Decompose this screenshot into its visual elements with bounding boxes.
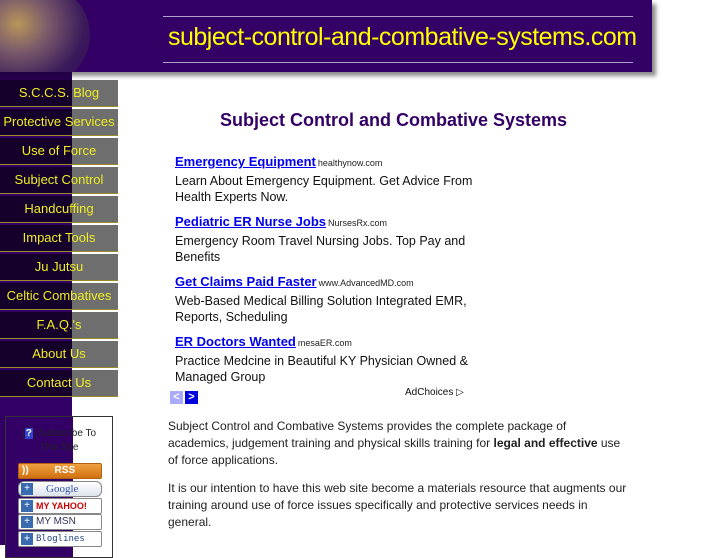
add-to-my-yahoo-button[interactable]: + MY YAHOO! [18,498,102,514]
intro-text: Subject Control and Combative Systems pr… [168,418,628,542]
ad-link[interactable]: Pediatric ER Nurse Jobs [175,214,326,229]
ad-domain: www.AdvancedMD.com [318,278,414,288]
intro-paragraph-2: It is our intention to have this web sit… [168,481,627,529]
ad-link[interactable]: Get Claims Paid Faster [175,274,317,289]
ad-item: Get Claims Paid Faster www.AdvancedMD.com… [175,273,475,325]
nav-item-subject-control[interactable]: Subject Control [0,167,118,194]
ad-description: Practice Medcine in Beautiful KY Physici… [175,354,468,384]
ad-prev-button[interactable]: < [170,391,183,404]
ad-item: Pediatric ER Nurse Jobs NursesRx.com Emer… [175,213,475,265]
ad-domain: NursesRx.com [328,218,388,228]
nav-item-use-of-force[interactable]: Use of Force [0,138,118,165]
plus-icon: + [21,500,33,512]
adchoices-link[interactable]: AdChoices ▷ [405,387,464,398]
add-to-google-button[interactable]: + Google [18,481,102,497]
subscribe-label-line2: This Site [39,442,79,453]
header-rule-bottom [163,62,633,63]
nav-item-celtic-combatives[interactable]: Celtic Combatives [0,283,118,310]
msn-label: MY MSN [36,516,76,527]
header-glow-decoration [0,0,90,72]
ad-domain: healthynow.com [317,158,383,168]
nav-item-protective-services[interactable]: Protective Services [0,109,118,136]
page-title: Subject Control and Combative Systems [220,110,568,130]
nav-item-impact-tools[interactable]: Impact Tools [0,225,118,252]
nav-item-handcuffing[interactable]: Handcuffing [0,196,118,223]
site-title: subject-control-and-combative-systems.co… [168,23,637,51]
yahoo-label: MY YAHOO! [36,501,87,511]
ad-block: Emergency Equipment healthynow.com Learn … [175,153,475,393]
rss-button[interactable]: )) RSS [18,463,102,479]
ad-next-button[interactable]: > [185,391,198,404]
plus-icon: + [21,533,33,545]
ad-link[interactable]: Emergency Equipment [175,154,316,169]
rss-label: RSS [54,465,76,476]
ad-description: Learn About Emergency Equipment. Get Adv… [175,174,473,204]
ad-item: ER Doctors Wanted mesaER.com Practice Med… [175,333,475,385]
ad-domain: mesaER.com [297,338,352,348]
nav-item-contact-us[interactable]: Contact Us [0,370,118,397]
bloglines-label: Bloglines [36,534,85,544]
nav-item-blog[interactable]: S.C.C.S. Blog [0,80,118,107]
nav-item-about-us[interactable]: About Us [0,341,118,368]
help-icon[interactable]: ? [24,428,33,439]
rss-icon: )) [22,465,29,476]
site-header: subject-control-and-combative-systems.co… [0,0,652,72]
plus-icon: + [21,516,33,528]
intro-paragraph-1: Subject Control and Combative Systems pr… [168,418,628,469]
subscribe-label: [?] Subscribe To This Site [21,428,97,453]
plus-icon: + [21,483,33,495]
ad-link[interactable]: ER Doctors Wanted [175,334,296,349]
nav-item-ju-jutsu[interactable]: Ju Jutsu [0,254,118,281]
ad-pagination: < > [170,387,200,405]
main-nav: S.C.C.S. Blog Protective Services Use of… [0,80,118,399]
subscribe-label-line1: Subscribe To [38,428,97,439]
emphasis-text: legal and effective [493,436,598,450]
google-label: Google [46,483,79,495]
add-to-my-msn-button[interactable]: + MY MSN [18,514,102,530]
header-rule-top [163,16,633,17]
ad-description: Web-Based Medical Billing Solution Integ… [175,294,467,324]
nav-item-faq[interactable]: F.A.Q.'s [0,312,118,339]
ad-item: Emergency Equipment healthynow.com Learn … [175,153,475,205]
subscribe-box: [?] Subscribe To This Site )) RSS + Google… [5,416,113,558]
ad-description: Emergency Room Travel Nursing Jobs. Top … [175,234,466,264]
